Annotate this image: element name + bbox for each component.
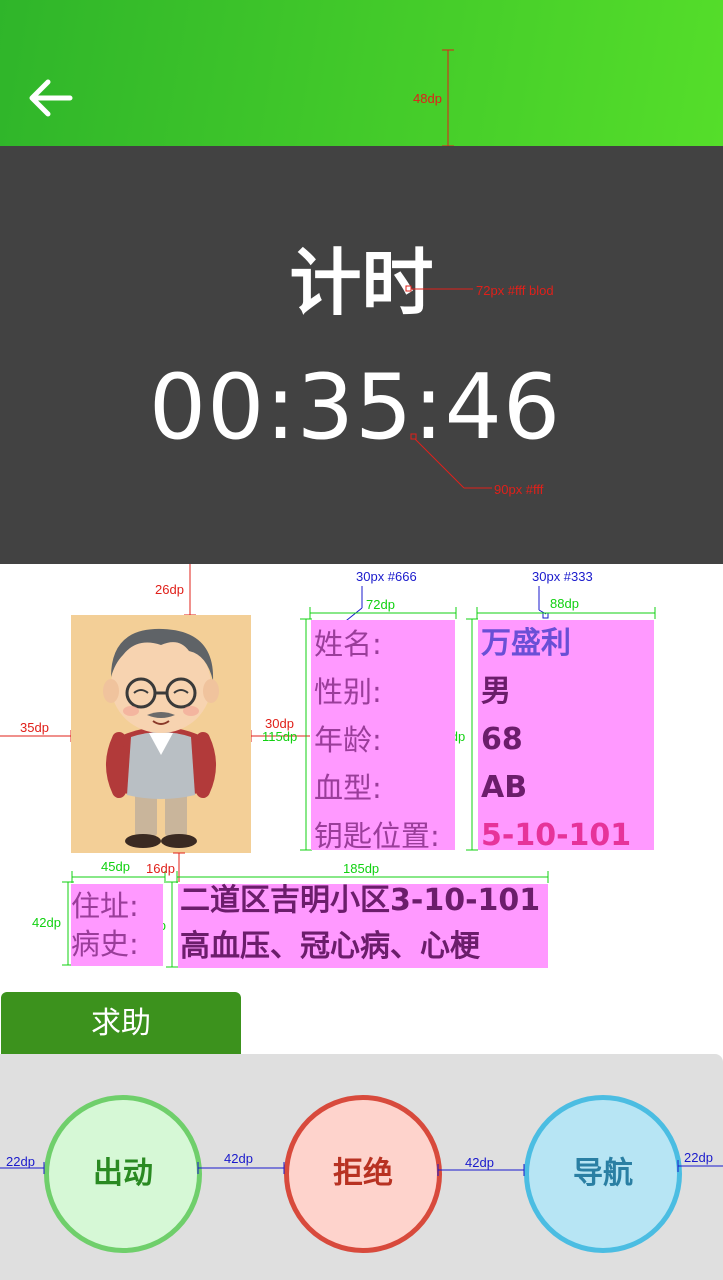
elderly-man-illustration <box>103 628 219 848</box>
value-style-note: 30px #333 <box>532 569 593 584</box>
top-gap-marker <box>184 564 196 616</box>
title-style-note: 72px #fff blod <box>476 283 554 298</box>
blood-type-value: AB <box>481 770 528 805</box>
name-value: 万盛利 <box>481 626 571 661</box>
value-style-note: 90px #fff <box>494 482 544 497</box>
blood-type-label: 血型: <box>314 771 382 805</box>
name-label: 姓名: <box>314 627 382 661</box>
value-height-marker <box>466 618 478 851</box>
address-value: 二道区吉明小区3-10-101 <box>180 883 541 918</box>
navigate-button[interactable]: 导航 <box>524 1095 682 1253</box>
addr-value-width-note: 185dp <box>343 861 380 876</box>
value-note-leader <box>410 433 492 489</box>
age-value: 68 <box>481 722 523 757</box>
btn-margin-left-note: 22dp <box>6 1154 35 1169</box>
patient-values-box: 万盛利 男 68 AB 5-10-101 <box>478 620 654 853</box>
history-label: 病史: <box>71 927 139 961</box>
addr-height-note-left: 42dp <box>32 915 61 930</box>
patient-avatar <box>71 615 251 853</box>
label-style-note: 30px #666 <box>356 569 417 584</box>
address-labels-box: 住址: 病史: <box>71 884 163 966</box>
btn-gap-1-note: 42dp <box>224 1151 253 1166</box>
address-values-box: 二道区吉明小区3-10-101 高血压、冠心病、心梗 <box>178 884 548 968</box>
label-height-note: 115dp <box>262 729 298 744</box>
header-height-note: 48dp <box>413 91 442 106</box>
patient-labels-box: 姓名: 性别: 年龄: 血型: 钥匙位置: <box>311 620 455 853</box>
timer-title: 计时 <box>289 241 434 325</box>
addr-height-marker-right <box>166 881 178 968</box>
value-width-note: 88dp <box>550 596 579 611</box>
addr-gap-note: 16dp <box>146 861 175 876</box>
top-gap-note: 26dp <box>155 582 184 597</box>
btn-gap-2-note: 42dp <box>465 1155 494 1170</box>
key-location-value: 5-10-101 <box>481 818 632 853</box>
age-label: 年龄: <box>314 723 382 757</box>
help-tab[interactable]: 求助 <box>1 992 241 1054</box>
arrow-left-icon[interactable] <box>28 78 74 118</box>
btn-margin-right-note: 22dp <box>684 1150 713 1165</box>
key-location-label: 钥匙位置: <box>314 819 440 853</box>
gender-label: 性别: <box>314 675 382 709</box>
history-value: 高血压、冠心病、心梗 <box>180 929 480 964</box>
label-width-note: 72dp <box>366 597 395 612</box>
dispatch-button[interactable]: 出动 <box>44 1095 202 1253</box>
title-note-leader <box>405 285 473 292</box>
timer-value: 00:35:46 <box>148 355 562 460</box>
app-header <box>0 0 723 146</box>
addr-label-width-note: 45dp <box>101 859 130 874</box>
reject-button[interactable]: 拒绝 <box>284 1095 442 1253</box>
left-gap-note: 35dp <box>20 720 49 735</box>
gender-value: 男 <box>481 674 511 709</box>
header-height-marker <box>442 49 454 147</box>
